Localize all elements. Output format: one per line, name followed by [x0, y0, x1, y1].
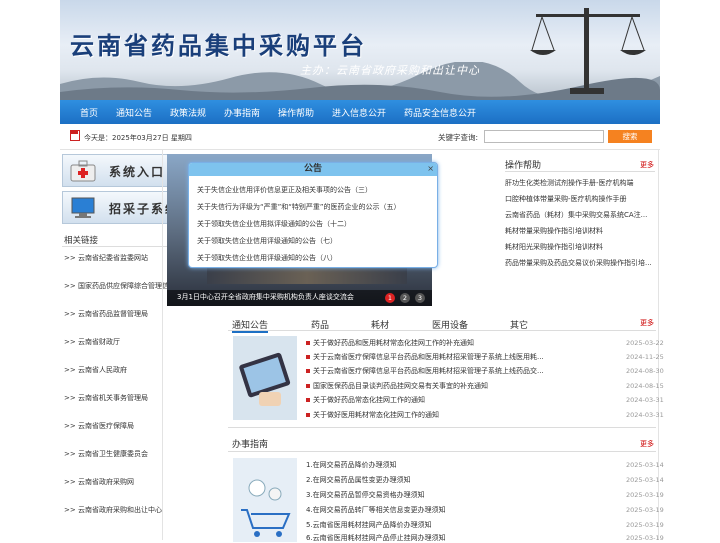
link-item[interactable]: >> 云南省人民政府: [64, 365, 127, 375]
help-item[interactable]: 耗材阳光采购操作指引培训材料: [505, 242, 655, 252]
help-more-link[interactable]: 更多: [640, 160, 654, 170]
current-date: 今天是：2025年03月27日 星期四: [84, 134, 192, 142]
medical-kit-icon: [70, 160, 96, 182]
keyword-input[interactable]: [484, 130, 604, 143]
nav-info-public[interactable]: 进入信息公开: [332, 106, 386, 119]
popup-item[interactable]: 关于失信行为评级为“严重”和“特别严重”的医药企业的公示（五）: [197, 202, 401, 212]
close-icon[interactable]: ×: [427, 164, 434, 173]
guide-item[interactable]: 6.云南省医用耗材挂网产品停止挂网办理须知: [306, 533, 546, 543]
divider: [505, 171, 655, 172]
shopping-cart-thumbnail: [233, 458, 297, 542]
bullet-icon: [306, 413, 310, 417]
slider-dot-3[interactable]: 3: [415, 293, 425, 303]
related-links-title: 相关链接: [64, 236, 99, 246]
search-button[interactable]: 搜索: [608, 130, 652, 143]
notice-item[interactable]: 关于云南省医疗保障信息平台药品和医用耗材招采管理子系统上线医用耗...: [313, 352, 553, 362]
help-item[interactable]: 口腔种植体带量采购-医疗机构操作手册: [505, 194, 655, 204]
announcement-popup: 公告 × 关于失信企业信用评价信息更正及相关事项的公告（三） 关于失信行为评级为…: [188, 162, 438, 268]
keyword-label: 关键字查询:: [438, 133, 479, 142]
main-nav: 首页 通知公告 政策法规 办事指南 操作帮助 进入信息公开 药品安全信息公开: [60, 100, 660, 124]
notice-date: 2024-11-25: [626, 353, 664, 361]
notice-date: 2025-03-22: [626, 339, 664, 347]
guide-title: 办事指南: [232, 440, 269, 450]
site-title: 云南省药品集中采购平台: [70, 31, 367, 60]
notice-item[interactable]: 国家医保药品目录谈判药品挂网交易有关事宜的补充通知: [313, 381, 553, 391]
guide-item[interactable]: 4.在网交易药品转厂等相关信息变更办理须知: [306, 505, 546, 515]
link-item[interactable]: >> 云南省财政厅: [64, 337, 120, 347]
nav-policy[interactable]: 政策法规: [170, 106, 206, 119]
notice-more-link[interactable]: 更多: [640, 318, 654, 328]
header-banner: 云南省药品集中采购平台 主办：云南省政府采购和出让中心: [60, 0, 660, 100]
nav-home[interactable]: 首页: [80, 106, 98, 119]
guide-date: 2025-03-19: [626, 491, 664, 499]
link-item[interactable]: >> 云南省卫生健康委员会: [64, 449, 148, 459]
bullet-icon: [306, 398, 310, 402]
divider: [228, 330, 656, 331]
bullet-icon: [306, 384, 310, 388]
popup-item[interactable]: 关于领取失信企业信用评级通知的公告（七）: [197, 236, 337, 246]
guide-item[interactable]: 2.在网交易药品属性变更办理须知: [306, 475, 546, 485]
notice-item[interactable]: 关于做好药品和医用耗材常态化挂网工作的补充通知: [313, 338, 553, 348]
link-item[interactable]: >> 云南省药品监督管理局: [64, 309, 148, 319]
nav-help[interactable]: 操作帮助: [278, 106, 314, 119]
help-item[interactable]: 药品带量采购及药品交易议价采购操作指引培...: [505, 258, 655, 268]
popup-item[interactable]: 关于领取失信企业信用拟评级通知的公告（十二）: [197, 219, 351, 229]
guide-date: 2025-03-19: [626, 534, 664, 542]
slider-dot-2[interactable]: 2: [400, 293, 410, 303]
site-subtitle: 主办：云南省政府采购和出让中心: [300, 64, 480, 77]
link-item[interactable]: >> 云南省政府采购和出让中心: [64, 505, 162, 515]
guide-item[interactable]: 3.在网交易药品暂停交易资格办理须知: [306, 490, 546, 500]
popup-item[interactable]: 关于领取失信企业信用评级通知的公告（八）: [197, 253, 337, 263]
bullet-icon: [306, 369, 310, 373]
guide-date: 2025-03-19: [626, 506, 664, 514]
divider: [228, 451, 656, 452]
system-entry-label: 系统入口: [109, 165, 166, 179]
notice-date: 2024-08-30: [626, 367, 664, 375]
help-item[interactable]: 云南省药品（耗材）集中采购交易系统CA注...: [505, 210, 655, 220]
nav-notices[interactable]: 通知公告: [116, 106, 152, 119]
popup-title: 公告: [189, 163, 437, 176]
notice-date: 2024-08-15: [626, 382, 664, 390]
help-item[interactable]: 耗材带量采购操作指引培训材料: [505, 226, 655, 236]
nav-guide[interactable]: 办事指南: [224, 106, 260, 119]
link-item[interactable]: >> 云南省纪委省监委网站: [64, 253, 148, 263]
notice-date: 2024-03-31: [626, 411, 664, 419]
guide-date: 2025-03-14: [626, 461, 664, 469]
guide-date: 2025-03-14: [626, 476, 664, 484]
tablet-thumbnail: [233, 336, 297, 420]
divider: [228, 427, 656, 428]
slider-caption: 3月1日中心召开全省政府集中采购机构负责人座谈交流会: [177, 293, 354, 301]
link-item[interactable]: >> 云南省医疗保障局: [64, 421, 134, 431]
popup-item[interactable]: 关于失信企业信用评价信息更正及相关事项的公告（三）: [197, 185, 372, 195]
scale-icon: [530, 8, 646, 94]
guide-date: 2025-03-19: [626, 521, 664, 529]
bullet-icon: [306, 341, 310, 345]
help-item[interactable]: 肝功生化类检测试剂操作手册-医疗机构端: [505, 178, 655, 188]
notice-date: 2024-03-31: [626, 396, 664, 404]
link-item[interactable]: >> 云南省机关事务管理局: [64, 393, 148, 403]
divider: [162, 150, 163, 540]
date-bar: 今天是：2025年03月27日 星期四 关键字查询: 搜索: [60, 124, 660, 150]
notice-item[interactable]: 关于做好医用耗材常态化挂网工作的通知: [313, 410, 553, 420]
help-title: 操作帮助: [505, 161, 542, 171]
calendar-icon: [70, 130, 80, 141]
notice-item[interactable]: 关于云南省医疗保障信息平台药品和医用耗材招采管理子系统上线药品交...: [313, 366, 553, 376]
computer-icon: [71, 197, 95, 218]
slider-dot-1[interactable]: 1: [385, 293, 395, 303]
bullet-icon: [306, 355, 310, 359]
link-item[interactable]: >> 云南省政府采购网: [64, 477, 134, 487]
notice-item[interactable]: 关于做好药品常态化挂网工作的通知: [313, 395, 553, 405]
guide-item[interactable]: 1.在网交易药品降价办理须知: [306, 460, 546, 470]
nav-drug-safety[interactable]: 药品安全信息公开: [404, 106, 476, 119]
guide-item[interactable]: 5.云南省医用耗材挂网产品降价办理须知: [306, 520, 546, 530]
guide-more-link[interactable]: 更多: [640, 439, 654, 449]
